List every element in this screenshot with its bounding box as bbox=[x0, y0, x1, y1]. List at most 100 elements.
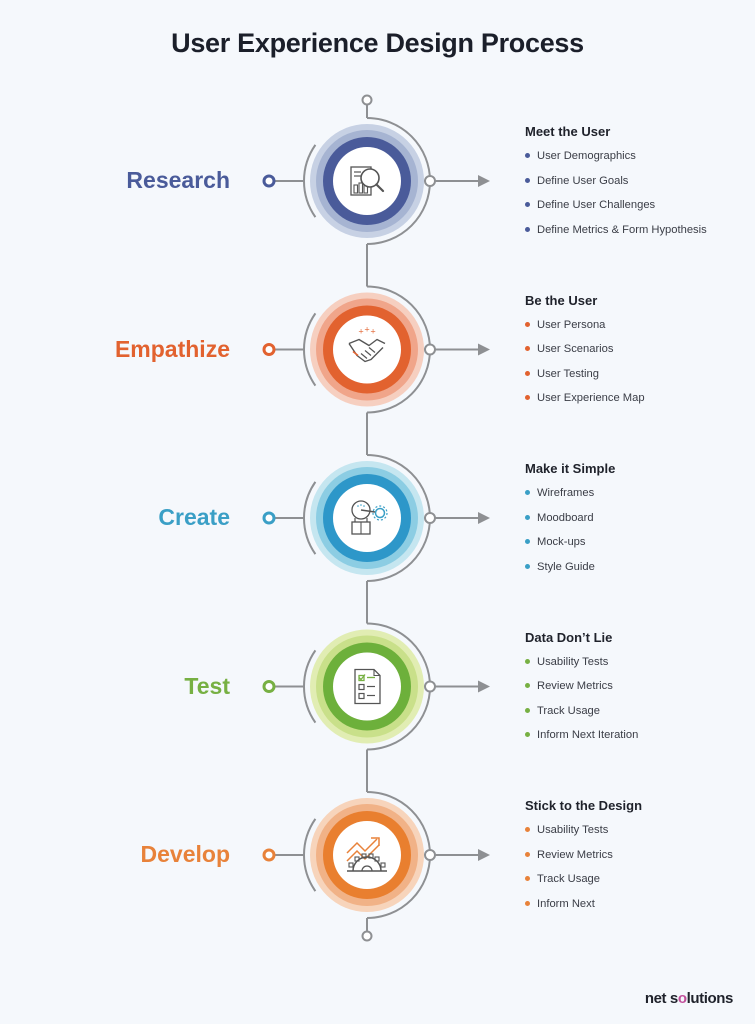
stage-node bbox=[262, 680, 276, 693]
stage-empathize: + + + bbox=[262, 285, 490, 455]
arrow-head-icon bbox=[478, 512, 490, 524]
stage-test bbox=[262, 622, 490, 792]
stage-details: Data Don’t Lie Usability Tests Review Metr… bbox=[525, 629, 750, 751]
stage-label: Develop bbox=[140, 841, 230, 867]
list-item: Mock-ups bbox=[525, 533, 750, 558]
stage-item-list: User Persona User Scenarios User Testing Us… bbox=[525, 316, 750, 414]
brand-logo: net solutions bbox=[644, 990, 734, 1007]
stage-heading: Be the User bbox=[525, 292, 598, 308]
bullet-icon bbox=[525, 683, 530, 689]
list-item-text: Inform Next Iteration bbox=[537, 729, 639, 742]
list-item-text: User Persona bbox=[537, 318, 606, 331]
icon-disc bbox=[333, 821, 401, 889]
list-item-text: Review Metrics bbox=[537, 848, 613, 861]
stage-heading: Meet the User bbox=[525, 124, 611, 139]
list-item: Usability Tests bbox=[525, 653, 750, 678]
bullet-icon bbox=[525, 395, 530, 401]
bullet-icon bbox=[525, 177, 530, 183]
stage-label: Research bbox=[126, 167, 230, 193]
list-item: Moodboard bbox=[525, 509, 750, 534]
list-item: User Scenarios bbox=[525, 340, 750, 365]
list-item-text: User Experience Map bbox=[537, 392, 645, 405]
stage-create bbox=[262, 454, 490, 624]
arc-node bbox=[424, 343, 436, 356]
list-item: User Testing bbox=[525, 365, 750, 390]
bullet-icon bbox=[525, 827, 530, 832]
stage-develop bbox=[262, 791, 490, 942]
list-item: User Persona bbox=[525, 316, 750, 341]
list-item: Track Usage bbox=[525, 870, 750, 895]
start-node bbox=[361, 94, 373, 106]
stage-node bbox=[262, 174, 276, 188]
arrow-head-icon bbox=[478, 343, 490, 356]
bullet-icon bbox=[525, 514, 530, 520]
list-item: Track Usage bbox=[525, 702, 750, 727]
brand-suffix: lutions bbox=[686, 990, 734, 1007]
list-item-text: Track Usage bbox=[537, 704, 601, 717]
list-item-text: Define User Goals bbox=[537, 174, 629, 187]
list-item: Wireframes bbox=[525, 484, 750, 509]
list-item-text: Track Usage bbox=[537, 873, 601, 886]
arc-node bbox=[424, 849, 436, 861]
bullet-icon bbox=[525, 563, 530, 569]
brand-prefix: net s bbox=[644, 990, 678, 1007]
bullet-icon bbox=[525, 851, 530, 857]
bullet-icon bbox=[525, 876, 530, 882]
stage-node bbox=[262, 343, 276, 356]
stage-details: Make it Simple Wireframes Moodboard Mock-up… bbox=[525, 460, 750, 582]
stage-heading: Make it Simple bbox=[525, 461, 616, 476]
arc-node bbox=[424, 680, 436, 693]
arc-node bbox=[424, 512, 436, 524]
list-item-text: Style Guide bbox=[537, 560, 595, 573]
arrow-head-icon bbox=[478, 849, 490, 861]
list-item: Define User Challenges bbox=[525, 196, 750, 221]
bullet-icon bbox=[525, 900, 530, 906]
svg-text:+: + bbox=[370, 328, 376, 336]
list-item: Define Metrics & Form Hypothesis bbox=[525, 221, 750, 246]
stage-label: Test bbox=[184, 672, 230, 699]
list-item: Usability Tests bbox=[525, 821, 750, 846]
stage-research bbox=[262, 94, 490, 287]
list-item: Inform Next Iteration bbox=[525, 726, 750, 751]
list-item: Review Metrics bbox=[525, 846, 750, 871]
list-item-text: Inform Next bbox=[537, 897, 595, 910]
list-item-text: Usability Tests bbox=[537, 655, 609, 668]
list-item-text: Review Metrics bbox=[537, 680, 613, 693]
list-item-text: Wireframes bbox=[537, 487, 595, 499]
end-node bbox=[361, 930, 373, 942]
bullet-icon bbox=[525, 226, 530, 232]
list-item: Define User Goals bbox=[525, 172, 750, 197]
list-item-text: Define Metrics & Form Hypothesis bbox=[537, 223, 707, 236]
list-item-text: User Scenarios bbox=[537, 343, 614, 356]
list-item: User Demographics bbox=[525, 147, 750, 172]
stage-node bbox=[262, 511, 276, 525]
bullet-icon bbox=[525, 153, 530, 158]
brand-accent: o bbox=[677, 990, 687, 1007]
bullet-icon bbox=[525, 707, 530, 713]
list-item-text: Mock-ups bbox=[537, 536, 586, 549]
stage-item-list: Usability Tests Review Metrics Track Usage… bbox=[525, 821, 750, 919]
bullet-icon bbox=[525, 202, 530, 208]
bullet-icon bbox=[525, 539, 530, 545]
list-item: Review Metrics bbox=[525, 677, 750, 702]
arrow-head-icon bbox=[478, 680, 490, 693]
stage-item-list: Wireframes Moodboard Mock-ups Style Guide bbox=[525, 484, 750, 582]
stage-details: Stick to the Design Usability Tests Review… bbox=[525, 797, 750, 919]
stage-details: Meet the User User Demographics Define Use… bbox=[525, 123, 750, 245]
list-item-text: Define User Challenges bbox=[537, 199, 656, 212]
bullet-icon bbox=[525, 658, 530, 664]
list-item: Style Guide bbox=[525, 558, 750, 583]
arc-node bbox=[424, 175, 436, 187]
list-item: User Experience Map bbox=[525, 389, 750, 414]
list-item-text: Usability Tests bbox=[537, 824, 609, 836]
stage-details: Be the User User Persona User Scenarios Use… bbox=[525, 292, 750, 414]
list-item-text: User Demographics bbox=[537, 150, 636, 162]
stage-label: Empathize bbox=[114, 335, 230, 362]
arrow-head-icon bbox=[478, 175, 490, 187]
bullet-icon bbox=[525, 370, 530, 376]
stage-item-list: User Demographics Define User Goals Define… bbox=[525, 147, 750, 245]
list-item-text: User Testing bbox=[537, 367, 599, 380]
list-item-text: Moodboard bbox=[537, 511, 594, 524]
stage-label: Create bbox=[158, 504, 230, 530]
bullet-icon bbox=[525, 321, 530, 327]
